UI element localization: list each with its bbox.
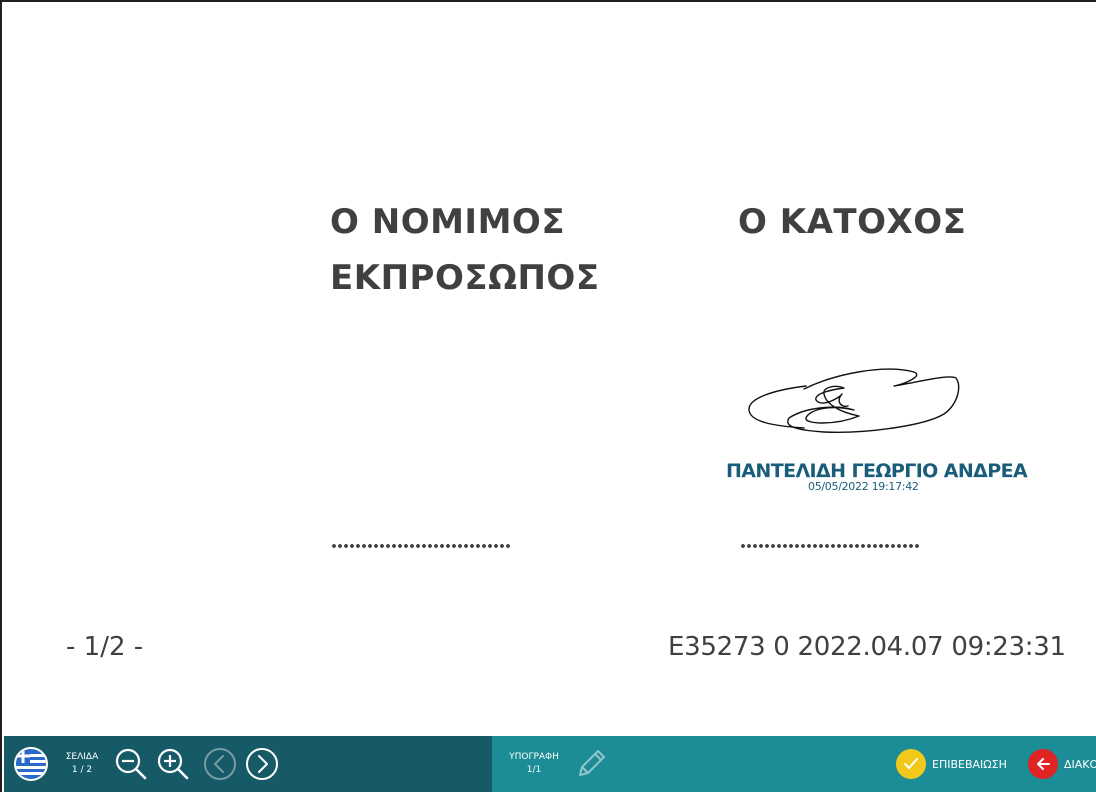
heading-line: ΕΚΠΡΟΣΩΠΟΣ — [330, 258, 600, 298]
app-window: Ο ΝΟΜΙΜΟΣ ΕΚΠΡΟΣΩΠΟΣ Ο ΚΑΤΟΧΟΣ ΠΑΝΤΕΛΙΔΗ… — [0, 0, 1096, 792]
chevron-left-icon[interactable] — [202, 746, 238, 782]
signer-name: ΠΑΝΤΕΛΙΔΗ ΓΕΩΡΓΙΟ ΑΝΔΡΕΑ — [726, 460, 1028, 482]
page-indicator: ΣΕΛΙΔΑ 1 / 2 — [62, 751, 102, 777]
check-icon — [896, 749, 926, 779]
signature-label: ΥΠΟΓΡΑΦΗ — [509, 752, 559, 762]
holder-heading: Ο ΚΑΤΟΧΟΣ — [738, 202, 967, 242]
arrow-left-icon — [1028, 749, 1058, 779]
confirm-button[interactable]: ΕΠΙΒΕΒΑΙΩΣΗ — [896, 749, 1007, 779]
zoom-in-icon[interactable] — [155, 746, 191, 782]
pen-icon[interactable] — [572, 745, 608, 781]
bottom-toolbar: ΣΕΛΙΔΑ 1 / 2 ΥΠΟΓΡΑΦΗ 1/1 ΕΠΙΒΕΒΑΙΩΣΗ ΔΙ… — [4, 736, 1096, 792]
page-marker: - 1/2 - — [66, 632, 144, 662]
signature-line-right: .............................. — [740, 528, 920, 554]
cancel-label: ΔΙΑΚΟ — [1064, 757, 1096, 771]
action-panel: ΥΠΟΓΡΑΦΗ 1/1 ΕΠΙΒΕΒΑΙΩΣΗ ΔΙΑΚΟ — [492, 736, 1096, 792]
greek-flag-icon[interactable] — [14, 747, 48, 781]
page-label: ΣΕΛΙΔΑ — [65, 752, 99, 762]
signature-value: 1/1 — [526, 765, 542, 775]
handwritten-signature — [748, 368, 960, 433]
confirm-label: ΕΠΙΒΕΒΑΙΩΣΗ — [932, 757, 1007, 771]
legal-representative-heading: Ο ΝΟΜΙΜΟΣ ΕΚΠΡΟΣΩΠΟΣ — [330, 194, 600, 306]
document-reference: E35273 0 2022.04.07 09:23:31 — [668, 632, 1066, 662]
zoom-out-icon[interactable] — [113, 746, 149, 782]
heading-line: Ο ΝΟΜΙΜΟΣ — [330, 202, 566, 242]
cancel-button[interactable]: ΔΙΑΚΟ — [1028, 749, 1096, 779]
document-page: Ο ΝΟΜΙΜΟΣ ΕΚΠΡΟΣΩΠΟΣ Ο ΚΑΤΟΧΟΣ ΠΑΝΤΕΛΙΔΗ… — [4, 4, 1096, 736]
signature-line-left: .............................. — [331, 528, 511, 554]
page-value: 1 / 2 — [71, 765, 93, 775]
signature-indicator: ΥΠΟΓΡΑΦΗ 1/1 — [506, 751, 562, 777]
signature-timestamp: 05/05/2022 19:17:42 — [808, 480, 919, 493]
chevron-right-icon[interactable] — [244, 746, 280, 782]
navigation-panel: ΣΕΛΙΔΑ 1 / 2 — [4, 736, 492, 792]
